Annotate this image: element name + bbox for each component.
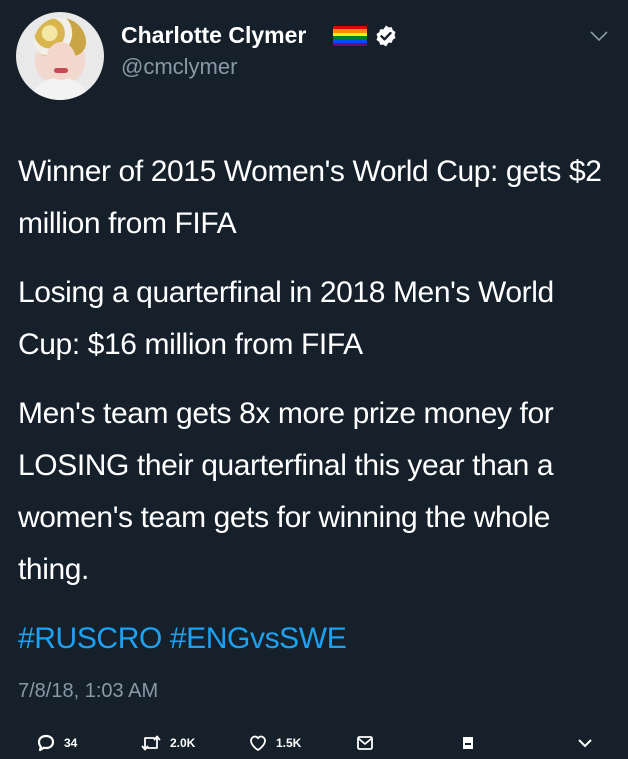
bookmark-button[interactable] [459,732,477,754]
author-name[interactable]: Charlotte Clymer [121,20,306,50]
rainbow-flag-icon [333,26,367,46]
tweet-text: Winner of 2015 Women's World Cup: gets $… [18,146,618,682]
tweet-paragraph: Men's team gets 8x more prize money for … [18,397,554,586]
verified-badge-icon [376,25,396,47]
like-button[interactable]: 1.5K [248,732,301,754]
chevron-down-icon[interactable] [588,28,610,44]
retweet-button[interactable]: 2.0K [140,732,195,754]
more-button[interactable] [576,732,594,754]
bookmark-icon [463,737,473,749]
tweet-actions: 34 2.0K 1.5K [0,728,628,759]
author-handle[interactable]: @cmclymer [121,52,237,82]
reply-count: 34 [64,736,78,750]
hashtag-link[interactable]: #ENGvsSWE [170,622,347,655]
chevron-down-icon [578,739,592,748]
like-count: 1.5K [276,736,302,750]
reply-icon [37,734,55,752]
direct-message-button[interactable] [355,732,375,754]
message-icon [357,736,373,750]
tweet-paragraph: Losing a quarterfinal in 2018 Men's Worl… [18,276,554,361]
avatar[interactable] [16,12,104,100]
like-icon [250,735,266,751]
retweet-count: 2.0K [170,736,196,750]
tweet-header: Charlotte Clymer @cmclymer [0,0,628,110]
hashtags: #RUSCRO #ENGvsSWE [18,613,618,665]
retweet-icon [141,735,161,751]
tweet-timestamp[interactable]: 7/8/18, 1:03 AM [18,677,158,705]
tweet-paragraph: Winner of 2015 Women's World Cup: gets $… [18,155,602,240]
hashtag-link[interactable]: #RUSCRO [18,622,162,655]
reply-button[interactable]: 34 [36,732,77,754]
